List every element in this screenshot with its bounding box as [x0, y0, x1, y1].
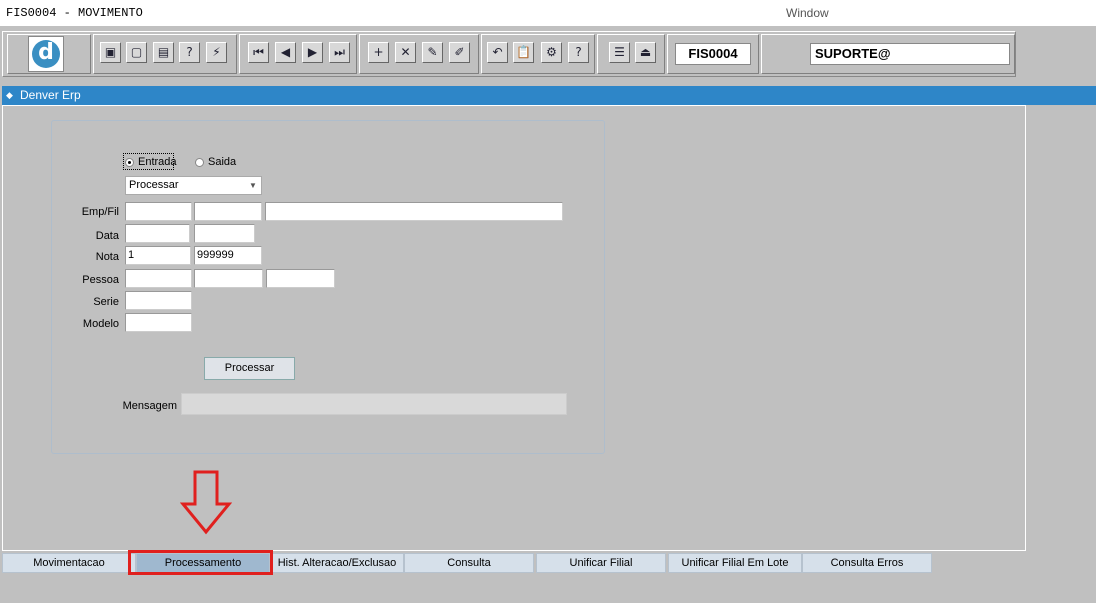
data-label: Data [95, 230, 119, 242]
pessoa-input-3[interactable] [266, 269, 335, 288]
window-icon-small: ◆ [6, 90, 13, 100]
print-icon[interactable]: ▤ [153, 42, 174, 63]
last-record-icon[interactable]: ⏭ [329, 42, 350, 63]
menu-icon[interactable]: ☰ [609, 42, 630, 63]
radio-entrada-label: Entrada [138, 156, 177, 168]
clipboard-icon[interactable]: 📋 [513, 42, 534, 63]
exit-icon[interactable]: ⏏ [635, 42, 656, 63]
app-title: FIS0004 - MOVIMENTO [6, 6, 143, 20]
title-bar: FIS0004 - MOVIMENTO Window [0, 0, 1096, 26]
empresa-input[interactable] [125, 202, 192, 221]
window-icon[interactable]: ▢ [126, 42, 147, 63]
radio-entrada-dot[interactable] [125, 157, 134, 167]
previous-record-icon[interactable]: ◀ [275, 42, 296, 63]
pessoa-input-2[interactable] [194, 269, 263, 288]
filial-input[interactable] [194, 202, 262, 221]
delete-record-icon[interactable]: ✕ [395, 42, 416, 63]
mensagem-label: Mensagem [122, 400, 177, 412]
tab-unificar-filial-em-lote[interactable]: Unificar Filial Em Lote [668, 553, 802, 573]
clear-icon[interactable]: ✐ [449, 42, 470, 63]
radio-entrada[interactable]: Entrada [125, 156, 177, 168]
execute-query-icon[interactable]: ⚡ [206, 42, 227, 63]
modelo-label: Modelo [82, 318, 119, 330]
denver-logo: d [28, 36, 64, 72]
serie-input[interactable] [125, 291, 192, 310]
toolbar: d ▣ ▢ ▤ ? ⚡ ⏮ ◀ ▶ ⏭ + ✕ ✎ ✐ ↶ 📋 ⚙ ? ☰ ⏏ … [2, 31, 1016, 77]
empresa-nome-input[interactable] [265, 202, 563, 221]
query-icon[interactable]: ? [179, 42, 200, 63]
radio-saida[interactable]: Saida [195, 156, 236, 168]
radio-saida-dot[interactable] [195, 157, 204, 167]
pessoa-input-1[interactable] [125, 269, 192, 288]
radio-saida-label: Saida [208, 156, 237, 168]
tab-consulta-erros[interactable]: Consulta Erros [802, 553, 932, 573]
mensagem-field [181, 393, 567, 415]
user-box: SUPORTE@ [810, 43, 1010, 65]
action-select-value: Processar [129, 179, 179, 191]
form-code-box: FIS0004 [675, 43, 751, 65]
logo-group: d [7, 34, 91, 74]
save-icon[interactable]: ▣ [100, 42, 121, 63]
modelo-input[interactable] [125, 313, 192, 332]
undo-icon[interactable]: ↶ [487, 42, 508, 63]
tab-movimentacao[interactable]: Movimentacao [2, 553, 136, 573]
chevron-down-icon[interactable]: ▼ [247, 179, 259, 192]
nota-inicio-input[interactable]: 1 [125, 246, 191, 265]
data-inicio-input[interactable] [125, 224, 190, 243]
tools-icon[interactable]: ⚙ [541, 42, 562, 63]
help-icon[interactable]: ? [568, 42, 589, 63]
tab-consulta[interactable]: Consulta [404, 553, 534, 573]
window-menu[interactable]: Window [786, 6, 829, 20]
next-record-icon[interactable]: ▶ [302, 42, 323, 63]
data-fim-input[interactable] [194, 224, 255, 243]
processar-button[interactable]: Processar [204, 357, 295, 380]
logo-icon: d [32, 40, 60, 68]
insert-record-icon[interactable]: + [368, 42, 389, 63]
nota-fim-input[interactable]: 999999 [194, 246, 262, 265]
nota-label: Nota [95, 251, 119, 263]
serie-label: Serie [93, 296, 119, 308]
emp-fil-label: Emp/Fil [81, 206, 119, 218]
tab-unificar-filial[interactable]: Unificar Filial [536, 553, 666, 573]
action-select[interactable]: Processar ▼ [125, 176, 262, 195]
edit-icon[interactable]: ✎ [422, 42, 443, 63]
window-title-bar: ◆ Denver Erp [2, 86, 1096, 105]
window-title: Denver Erp [20, 88, 81, 102]
tab-hist-alteracao-exclusao[interactable]: Hist. Alteracao/Exclusao [270, 553, 404, 573]
first-record-icon[interactable]: ⏮ [248, 42, 269, 63]
annotation-arrow-icon [180, 470, 232, 535]
pessoa-label: Pessoa [82, 274, 119, 286]
annotation-highlight-box [128, 550, 273, 575]
